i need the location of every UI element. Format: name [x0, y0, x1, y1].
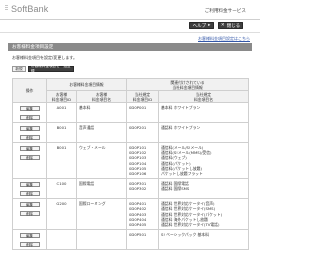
fee-items-table: 操作 お客様料金項目情報 関連付けされている 当社料金項目情報 お客様 料金項目… [12, 78, 250, 251]
delete-button[interactable]: 削除 [19, 115, 40, 120]
delete-button[interactable]: 削除 [19, 155, 40, 160]
table-row: 編集削除 0D0P501 S! ベーシックパック 基本料 [12, 229, 250, 251]
company-item-id: 0D0P106 [129, 171, 147, 177]
close-button[interactable]: ✕ 閉じる [218, 22, 243, 29]
softbank-logo: SoftBank [11, 4, 49, 14]
table-row: 編集 削除 B001 音声通話 0D0P201 通話料 ホワイトプラン [12, 122, 250, 143]
edit-button[interactable]: 編集 [19, 126, 40, 131]
softbank-logo-mark [5, 5, 9, 13]
company-item-name: 通話料 ホワイトプラン [161, 125, 201, 130]
header-customer-name: お客様 料金項目名 [75, 90, 128, 103]
customer-item-name: 国際電話 [75, 178, 128, 200]
top-link[interactable]: お客様料金項目設定はこちら [198, 36, 250, 42]
company-item-ids: 0D0P301 0D0P302 [126, 178, 160, 200]
header-operation: 操作 [12, 78, 47, 103]
edit-button[interactable]: 編集 [19, 182, 40, 188]
edit-button[interactable]: 編集 [19, 202, 40, 208]
company-item-id: 0D0P201 [129, 125, 147, 130]
delete-button[interactable]: 削除 [19, 211, 40, 217]
company-item-name: S! ベーシックパック 基本料 [161, 232, 209, 238]
close-icon: ✕ [220, 23, 225, 28]
company-item-names: 通話料 国際電話 通話料 国際SMS [158, 178, 250, 200]
table-row: 編集 削除 G200 国際ローミング 0D0P401 0D0P402 0D0P403 0D0P… [12, 198, 250, 231]
customer-item-id: A001 [46, 102, 77, 123]
customer-item-name: ウェブ・メール [75, 141, 128, 180]
close-button-label: 閉じる [226, 23, 241, 29]
company-item-name: パケットし放題フラット [161, 171, 203, 177]
company-item-names: S! ベーシックパック 基本料 [158, 229, 250, 251]
row-operations: 編集 削除 [12, 198, 47, 231]
help-button[interactable]: ヘルプ ▸ [189, 22, 214, 29]
section-title: お客様料金項目設定 [8, 43, 252, 51]
divider [0, 32, 260, 33]
table-row: 編集 削除 A001 基本料 0D0P001 基本料 ホワイトプラン [12, 102, 250, 123]
top-actions: ヘルプ ▸ ✕ 閉じる [0, 20, 260, 32]
customer-item-id [46, 229, 77, 251]
help-button-label: ヘルプ [192, 23, 207, 29]
customer-item-name: 音声通話 [75, 122, 128, 143]
header: SoftBank ご利用料金サービス [0, 0, 260, 20]
customer-item-id: B001 [46, 122, 77, 143]
header-company-id: 当社規定 料金項目ID [126, 90, 160, 103]
company-item-names: 基本料 ホワイトプラン [158, 102, 250, 123]
edit-button[interactable]: 編集 [19, 233, 40, 239]
row-operations: 編集 削除 [12, 141, 47, 180]
header-company-name: 当社規定 料金項目名 [158, 90, 250, 103]
header-customer-group: お客様料金項目情報 [45, 78, 128, 91]
company-item-id: 0D0P302 [129, 186, 147, 192]
company-item-name: 通話料 国際SMS [161, 186, 190, 192]
company-item-names: 通信料(メール/S!メール) 通信料(S!メール(MMS)/受信) 通信料(ウェブ)… [158, 141, 250, 180]
page: SoftBank ご利用料金サービス ヘルプ ▸ ✕ 閉じる お客様料金項目設定… [0, 0, 260, 259]
edit-button[interactable]: 編集 [19, 146, 40, 151]
customer-item-id: C100 [46, 178, 77, 200]
row-operations: 編集 削除 [12, 102, 47, 123]
delete-button[interactable]: 削除 [19, 135, 40, 140]
company-item-id: 0D0P405 [129, 222, 147, 228]
company-item-name: 基本料 ホワイトプラン [161, 105, 201, 110]
customer-item-id: G200 [46, 198, 77, 231]
company-item-names: 通話料 ホワイトプラン [158, 122, 250, 143]
fee-items-table-wrap: 操作 お客様料金項目情報 関連付けされている 当社料金項目情報 お客様 料金項目… [12, 78, 250, 251]
table-body: 編集 削除 A001 基本料 0D0P001 基本料 ホワイトプラン 編集 削除 B001 音声通… [12, 102, 250, 251]
delete-button[interactable]: 削除 [19, 191, 40, 197]
company-item-name: 通話料 世界対応ケータイ(TV電話) [161, 222, 220, 228]
bulk-register-button[interactable]: お客様料金項目を一括登録 [28, 64, 74, 73]
table-row: 編集 削除 C100 国際電話 0D0P301 0D0P302 通話料 国際電話 通話料 国際… [12, 178, 250, 200]
table-row: 編集 削除 B001 ウェブ・メール 0D0P101 0D0P102 0D0P103 0D0P… [12, 141, 250, 180]
customer-item-name [75, 229, 128, 251]
header-linked-group: 関連付けされている 当社料金項目情報 [126, 78, 250, 91]
chevron-right-icon: ▸ [208, 23, 211, 28]
header-customer-id: お客様 料金項目ID [46, 90, 77, 103]
customer-item-id: B001 [46, 141, 77, 180]
new-button[interactable]: 新規 [12, 66, 26, 72]
company-item-ids: 0D0P501 [126, 229, 160, 251]
customer-item-name: 国際ローミング [75, 198, 128, 231]
company-item-ids: 0D0P401 0D0P402 0D0P403 0D0P404 0D0P405 [126, 198, 160, 231]
row-operations: 編集 削除 [12, 178, 47, 200]
edit-button[interactable]: 編集 [19, 106, 40, 111]
section-description: お客様料金項目を設定/変更します。 [12, 55, 77, 60]
customer-item-name: 基本料 [75, 102, 128, 123]
company-item-names: 通話料 世界対応ケータイ(音声) 通信料 世界対応ケータイ(SMS) 通信料 世界対… [158, 198, 250, 231]
company-item-id: 0D0P001 [129, 105, 147, 110]
company-item-ids: 0D0P001 [126, 102, 160, 123]
delete-button[interactable]: 削除 [19, 242, 40, 248]
company-item-id: 0D0P501 [129, 232, 147, 238]
row-operations: 編集 削除 [12, 229, 47, 251]
site-title: ご利用料金サービス [204, 9, 246, 14]
company-item-ids: 0D0P201 [126, 122, 160, 143]
section-actions: 新規 お客様料金項目を一括登録 [12, 64, 74, 73]
row-operations: 編集 削除 [12, 122, 47, 143]
company-item-ids: 0D0P101 0D0P102 0D0P103 0D0P104 0D0P105 0D0P1… [126, 141, 160, 180]
